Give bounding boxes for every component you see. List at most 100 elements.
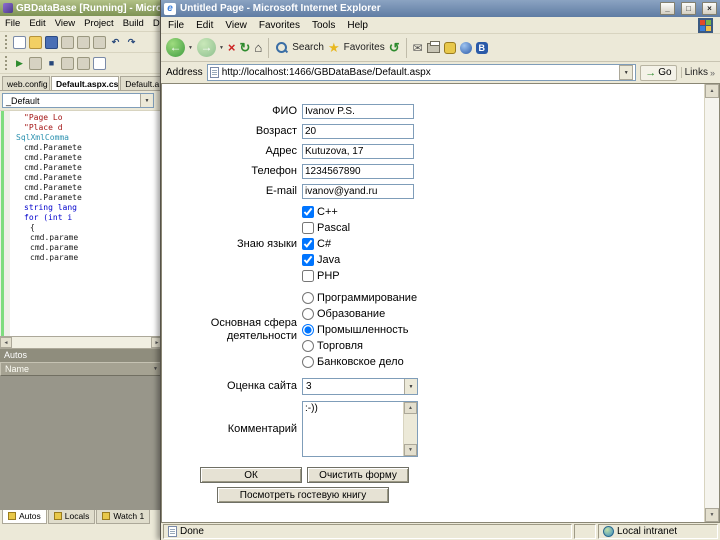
save-icon[interactable] <box>45 35 58 49</box>
education-radio[interactable] <box>302 308 314 320</box>
favorites-label[interactable]: Favorites <box>344 42 385 53</box>
comment-text[interactable]: :-)) <box>303 402 403 456</box>
autos-column-header[interactable]: Name ▼ <box>0 362 163 376</box>
mail-icon[interactable]: ✉ <box>413 41 423 55</box>
step-over-icon[interactable] <box>61 56 74 70</box>
industry-radio[interactable] <box>302 324 314 336</box>
internet-explorer-window[interactable]: e Untitled Page - Microsoft Internet Exp… <box>160 0 720 540</box>
vs-title-bar[interactable]: GBDataBase [Running] - Microsoft Vi <box>0 0 163 16</box>
rating-select[interactable]: 3 ▼ <box>302 378 418 395</box>
tab-webconfig[interactable]: web.config <box>2 76 50 90</box>
ie-menu-edit[interactable]: Edit <box>196 20 213 31</box>
forward-icon[interactable]: → <box>196 38 216 57</box>
favorites-icon[interactable]: ★ <box>328 40 340 56</box>
back-icon[interactable]: ← <box>166 38 185 57</box>
vs-menu-edit[interactable]: Edit <box>29 18 45 29</box>
autos-panel-caption[interactable]: Autos <box>0 349 163 362</box>
ie-title-bar[interactable]: e Untitled Page - Microsoft Internet Exp… <box>161 0 720 17</box>
programming-radio[interactable] <box>302 292 314 304</box>
messenger-icon[interactable] <box>459 41 472 54</box>
vs-menu-file[interactable]: File <box>5 18 20 29</box>
age-input[interactable] <box>302 124 414 139</box>
go-button[interactable]: → Go <box>640 64 677 81</box>
redo-icon[interactable]: ↷ <box>125 36 138 49</box>
maximize-button[interactable]: □ <box>681 2 696 15</box>
address-input[interactable] <box>221 67 617 78</box>
step-out-icon[interactable] <box>93 56 106 70</box>
history-icon[interactable]: ↺ <box>389 40 400 56</box>
vs-menu-project[interactable]: Project <box>84 18 114 29</box>
language-option-csharp[interactable]: C# <box>302 236 350 252</box>
clear-form-button[interactable]: Очистить форму <box>307 467 409 483</box>
undo-icon[interactable]: ↶ <box>109 36 122 49</box>
minimize-button[interactable]: _ <box>660 2 675 15</box>
trade-radio[interactable] <box>302 340 314 352</box>
address-dropdown-icon[interactable]: ▼ <box>619 65 634 80</box>
scroll-up-icon[interactable]: ▲ <box>705 84 719 98</box>
fio-input[interactable] <box>302 104 414 119</box>
address-input-field[interactable] <box>302 144 414 159</box>
view-guestbook-button[interactable]: Посмотреть гостевую книгу <box>217 487 389 503</box>
open-file-icon[interactable] <box>29 35 42 49</box>
comment-textarea[interactable]: :-)) ▲ ▼ <box>302 401 418 457</box>
tab-default-aspx-cs[interactable]: Default.aspx.cs <box>50 76 120 90</box>
copy-icon[interactable] <box>77 35 90 49</box>
vs-menu-view[interactable]: View <box>55 18 75 29</box>
search-icon[interactable] <box>275 41 288 54</box>
rating-dropdown-icon[interactable]: ▼ <box>404 379 417 394</box>
home-icon[interactable]: ⌂ <box>254 40 262 55</box>
scroll-left-icon[interactable]: ◄ <box>0 337 12 348</box>
print-icon[interactable] <box>426 40 440 53</box>
code-editor[interactable]: "Page Lo "Place d SqlXmlComma cmd.Parame… <box>0 111 163 337</box>
tab-autos[interactable]: Autos <box>2 510 47 524</box>
forward-dropdown-icon[interactable]: ▼ <box>219 45 224 51</box>
stop-debug-icon[interactable]: ■ <box>45 57 58 70</box>
ie-menu-help[interactable]: Help <box>347 20 368 31</box>
sphere-option-trade[interactable]: Торговля <box>302 338 417 354</box>
sphere-option-programming[interactable]: Программирование <box>302 290 417 306</box>
sphere-option-banking[interactable]: Банковское дело <box>302 354 417 370</box>
phone-input[interactable] <box>302 164 414 179</box>
scroll-up-icon[interactable]: ▲ <box>404 402 417 414</box>
scroll-down-icon[interactable]: ▼ <box>705 508 719 522</box>
language-option-php[interactable]: PHP <box>302 268 350 284</box>
scroll-down-icon[interactable]: ▼ <box>404 444 417 456</box>
ie-menu-favorites[interactable]: Favorites <box>259 20 300 31</box>
language-option-java[interactable]: Java <box>302 252 350 268</box>
links-bar[interactable]: Links » <box>680 67 715 78</box>
ie-menu-view[interactable]: View <box>225 20 247 31</box>
page-vertical-scrollbar[interactable]: ▲ ▼ <box>704 84 719 522</box>
pause-icon[interactable] <box>29 56 42 70</box>
comment-scrollbar[interactable]: ▲ ▼ <box>403 402 417 456</box>
edit-icon[interactable] <box>443 41 456 54</box>
refresh-icon[interactable]: ↻ <box>240 40 251 56</box>
cut-icon[interactable] <box>61 35 74 49</box>
step-into-icon[interactable] <box>77 56 90 70</box>
sphere-option-education[interactable]: Образование <box>302 306 417 322</box>
banking-radio[interactable] <box>302 356 314 368</box>
paste-icon[interactable] <box>93 35 106 49</box>
vs-menu-build[interactable]: Build <box>123 18 144 29</box>
ie-menu-tools[interactable]: Tools <box>312 20 335 31</box>
tab-locals[interactable]: Locals <box>47 510 96 524</box>
cpp-checkbox[interactable] <box>302 206 314 218</box>
ok-button[interactable]: ОК <box>200 467 302 483</box>
back-dropdown-icon[interactable]: ▼ <box>188 45 193 51</box>
visual-studio-window[interactable]: GBDataBase [Running] - Microsoft Vi File… <box>0 0 170 540</box>
ie-menu-file[interactable]: File <box>168 20 184 31</box>
close-button[interactable]: × <box>702 2 717 15</box>
bluetooth-icon[interactable]: B <box>475 41 488 54</box>
tab-default-aspx[interactable]: Default.a <box>120 76 162 90</box>
search-label[interactable]: Search <box>292 42 324 53</box>
email-input[interactable] <box>302 184 414 199</box>
new-file-icon[interactable] <box>13 35 26 49</box>
chevron-down-icon[interactable]: ▼ <box>140 94 153 107</box>
csharp-checkbox[interactable] <box>302 238 314 250</box>
tab-watch[interactable]: Watch 1 <box>96 510 151 524</box>
java-checkbox[interactable] <box>302 254 314 266</box>
continue-debug-icon[interactable]: ▶ <box>13 57 26 70</box>
editor-horizontal-scrollbar[interactable]: ◄ ► <box>0 337 163 349</box>
pascal-checkbox[interactable] <box>302 222 314 234</box>
sphere-option-industry[interactable]: Промышленность <box>302 322 417 338</box>
php-checkbox[interactable] <box>302 270 314 282</box>
